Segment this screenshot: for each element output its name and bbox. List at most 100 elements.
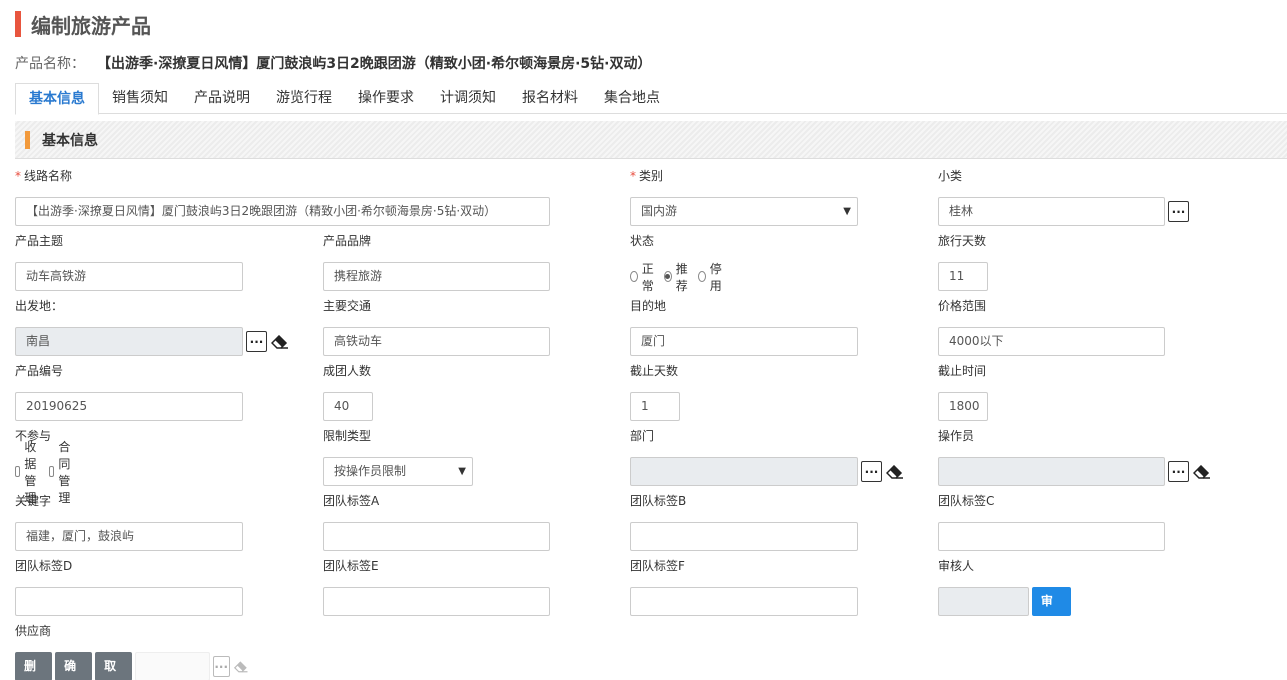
- tab-bar: 基本信息 销售须知 产品说明 游览行程 操作要求 计调须知 报名材料 集合地点: [15, 83, 1287, 115]
- tag-c-input[interactable]: [938, 522, 1165, 551]
- status-option-recommend[interactable]: 推荐: [664, 260, 691, 294]
- reviewer-input[interactable]: [938, 587, 1029, 616]
- tag-d-field: 团队标签D: [15, 558, 243, 616]
- cancel-button[interactable]: 取消: [95, 652, 133, 680]
- eraser-icon[interactable]: [1193, 464, 1211, 479]
- tag-f-field: 团队标签F: [630, 558, 858, 616]
- radio-button-selected[interactable]: [664, 271, 672, 282]
- tab-sales-notice[interactable]: 销售须知: [99, 83, 181, 114]
- eraser-icon[interactable]: [886, 464, 904, 479]
- category-field: * 类别 国内游 ▼: [630, 168, 858, 226]
- restrict-type-field: 限制类型 按操作员限制 ▼: [323, 428, 473, 486]
- section-title: 基本信息: [42, 132, 98, 149]
- restrict-type-select-value: 按操作员限制: [334, 464, 407, 478]
- status-radio-group: 正常 推荐 停用: [630, 260, 732, 294]
- tab-meeting-point[interactable]: 集合地点: [591, 83, 673, 114]
- supplier-input[interactable]: [135, 652, 210, 680]
- product-name-value: 【出游季·深撩夏日风情】厦门鼓浪屿3日2晚跟团游（精致小团·希尔顿海景房·5钻·…: [97, 56, 652, 72]
- tag-d-input[interactable]: [15, 587, 243, 616]
- tag-c-label: 团队标签C: [938, 494, 995, 508]
- tag-f-input[interactable]: [630, 587, 858, 616]
- destination-input[interactable]: 厦门: [630, 327, 858, 356]
- route-name-label: 线路名称: [24, 169, 73, 183]
- keywords-field: 关键字 福建，厦门，鼓浪屿: [15, 493, 243, 551]
- status-option-normal[interactable]: 正常: [630, 260, 657, 294]
- cutoff-days-label: 截止天数: [630, 364, 679, 378]
- supplier-label: 供应商: [15, 624, 52, 638]
- exclude-contract-management[interactable]: 合同管理: [49, 438, 76, 506]
- group-size-label: 成团人数: [323, 364, 372, 378]
- destination-field: 目的地 厦门: [630, 298, 858, 356]
- cutoff-time-input[interactable]: 1800: [938, 392, 988, 421]
- tag-d-label: 团队标签D: [15, 559, 73, 573]
- tag-b-input[interactable]: [630, 522, 858, 551]
- reviewer-label: 审核人: [938, 559, 975, 573]
- review-button[interactable]: 审核: [1031, 587, 1072, 637]
- delete-button[interactable]: 删除: [15, 652, 53, 680]
- radio-button[interactable]: [698, 271, 706, 282]
- transport-field: 主要交通 高铁动车: [323, 298, 550, 356]
- tab-operation-requirements[interactable]: 操作要求: [345, 83, 427, 114]
- status-option-disabled[interactable]: 停用: [698, 260, 725, 294]
- route-name-input[interactable]: 【出游季·深撩夏日风情】厦门鼓浪屿3日2晚跟团游（精致小团·希尔顿海景房·5钻·…: [15, 197, 550, 226]
- ellipsis-icon[interactable]: ···: [861, 461, 882, 482]
- tab-product-description[interactable]: 产品说明: [181, 83, 263, 114]
- page-header: 编制旅游产品: [15, 10, 151, 38]
- departure-input[interactable]: 南昌: [15, 327, 243, 356]
- product-name-line: 产品名称： 【出游季·深撩夏日风情】厦门鼓浪屿3日2晚跟团游（精致小团·希尔顿海…: [15, 53, 652, 73]
- department-field: 部门 ···: [630, 428, 903, 486]
- keywords-input[interactable]: 福建，厦门，鼓浪屿: [15, 522, 243, 551]
- checkbox[interactable]: [15, 466, 21, 477]
- cutoff-time-field: 截止时间 1800: [938, 363, 988, 421]
- departure-field: 出发地： 南昌 ···: [15, 298, 288, 356]
- ellipsis-icon[interactable]: ···: [212, 656, 230, 677]
- cutoff-days-input[interactable]: 1: [630, 392, 680, 421]
- price-range-input[interactable]: 4000以下: [938, 327, 1165, 356]
- status-label: 状态: [630, 234, 655, 248]
- radio-button[interactable]: [630, 271, 638, 282]
- route-name-field: * 线路名称 【出游季·深撩夏日风情】厦门鼓浪屿3日2晚跟团游（精致小团·希尔顿海…: [15, 168, 550, 226]
- ellipsis-icon[interactable]: ···: [1168, 201, 1189, 222]
- section-header: 基本信息: [15, 121, 1287, 159]
- eraser-icon[interactable]: [233, 660, 248, 674]
- product-code-field: 产品编号 20190625: [15, 363, 243, 421]
- subcategory-label: 小类: [938, 169, 963, 183]
- section-accent-bar: [25, 130, 30, 149]
- travel-days-input[interactable]: 11: [938, 262, 988, 291]
- tag-a-input[interactable]: [323, 522, 550, 551]
- checkbox[interactable]: [49, 466, 55, 477]
- operator-field: 操作员 ···: [938, 428, 1210, 486]
- group-size-input[interactable]: 40: [323, 392, 373, 421]
- tab-registration-materials[interactable]: 报名材料: [509, 83, 591, 114]
- operator-input[interactable]: [938, 457, 1165, 486]
- ellipsis-icon[interactable]: ···: [1168, 461, 1189, 482]
- tab-basic-info[interactable]: 基本信息: [15, 83, 99, 115]
- brand-input[interactable]: 携程旅游: [323, 262, 550, 291]
- product-name-label: 产品名称：: [15, 56, 85, 72]
- restrict-type-select[interactable]: 按操作员限制 ▼: [323, 457, 473, 486]
- subcategory-input[interactable]: 桂林: [938, 197, 1165, 226]
- brand-label: 产品品牌: [323, 234, 372, 248]
- tag-a-label: 团队标签A: [323, 494, 380, 508]
- tag-b-label: 团队标签B: [630, 494, 687, 508]
- exclude-checkbox-group: 收据管理 合同管理: [15, 440, 83, 505]
- eraser-icon[interactable]: [271, 334, 289, 349]
- theme-input[interactable]: 动车高铁游: [15, 262, 243, 291]
- tag-c-field: 团队标签C: [938, 493, 1165, 551]
- tag-e-input[interactable]: [323, 587, 550, 616]
- departure-label: 出发地：: [15, 299, 64, 313]
- brand-field: 产品品牌 携程旅游: [323, 233, 550, 291]
- tag-f-label: 团队标签F: [630, 559, 685, 573]
- department-label: 部门: [630, 429, 655, 443]
- status-field: 状态 正常 推荐 停用: [630, 233, 722, 293]
- category-select[interactable]: 国内游 ▼: [630, 197, 858, 226]
- department-input[interactable]: [630, 457, 858, 486]
- ellipsis-icon[interactable]: ···: [246, 331, 267, 352]
- theme-field: 产品主题 动车高铁游: [15, 233, 243, 291]
- tab-itinerary[interactable]: 游览行程: [263, 83, 345, 114]
- transport-input[interactable]: 高铁动车: [323, 327, 550, 356]
- tab-planner-notice[interactable]: 计调须知: [427, 83, 509, 114]
- confirm-button[interactable]: 确定: [55, 652, 93, 680]
- reviewer-field: 审核人 审核: [938, 558, 1072, 637]
- product-code-input[interactable]: 20190625: [15, 392, 243, 421]
